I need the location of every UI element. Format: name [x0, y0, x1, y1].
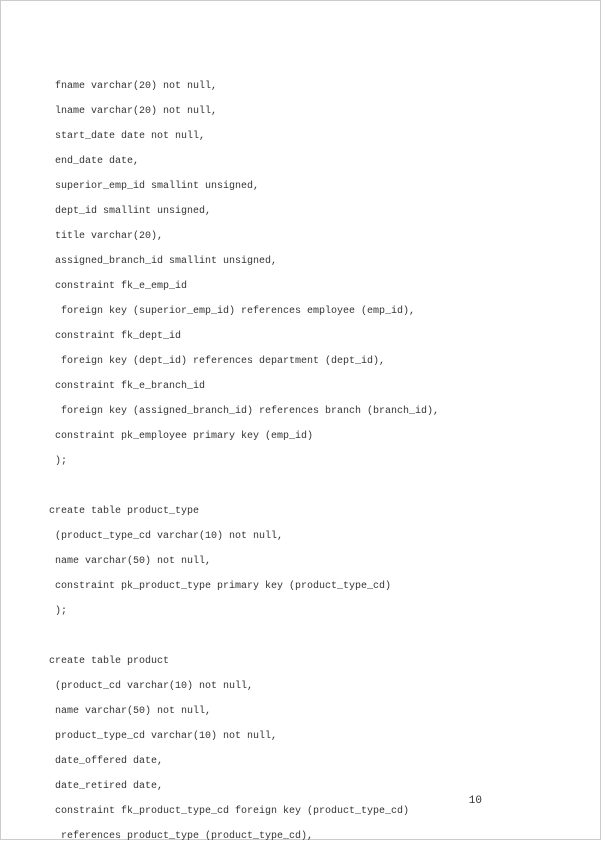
code-line: superior_emp_id smallint unsigned, [49, 174, 552, 199]
code-line: name varchar(50) not null, [49, 549, 552, 574]
code-line: start_date date not null, [49, 124, 552, 149]
code-line: end_date date, [49, 149, 552, 174]
code-line: references product_type (product_type_cd… [49, 824, 552, 849]
page-number: 10 [469, 795, 482, 807]
code-line: constraint fk_e_emp_id [49, 274, 552, 299]
code-line: foreign key (assigned_branch_id) referen… [49, 399, 552, 424]
code-line: foreign key (dept_id) references departm… [49, 349, 552, 374]
code-line: constraint fk_e_branch_id [49, 374, 552, 399]
code-line: fname varchar(20) not null, [49, 74, 552, 99]
code-line: (product_type_cd varchar(10) not null, [49, 524, 552, 549]
code-line [49, 474, 552, 499]
code-line: create table product_type [49, 499, 552, 524]
code-line: product_type_cd varchar(10) not null, [49, 724, 552, 749]
code-line: constraint fk_dept_id [49, 324, 552, 349]
code-line: title varchar(20), [49, 224, 552, 249]
code-block: fname varchar(20) not null,lname varchar… [49, 49, 552, 849]
code-line: foreign key (superior_emp_id) references… [49, 299, 552, 324]
code-line: constraint pk_product_type primary key (… [49, 574, 552, 599]
code-line: constraint pk_employee primary key (emp_… [49, 424, 552, 449]
code-line: lname varchar(20) not null, [49, 99, 552, 124]
code-line: name varchar(50) not null, [49, 699, 552, 724]
code-line: ); [49, 449, 552, 474]
code-line: create table product [49, 649, 552, 674]
code-line: (product_cd varchar(10) not null, [49, 674, 552, 699]
code-line: ); [49, 599, 552, 624]
code-line: dept_id smallint unsigned, [49, 199, 552, 224]
code-line: date_offered date, [49, 749, 552, 774]
code-line: assigned_branch_id smallint unsigned, [49, 249, 552, 274]
code-line [49, 624, 552, 649]
